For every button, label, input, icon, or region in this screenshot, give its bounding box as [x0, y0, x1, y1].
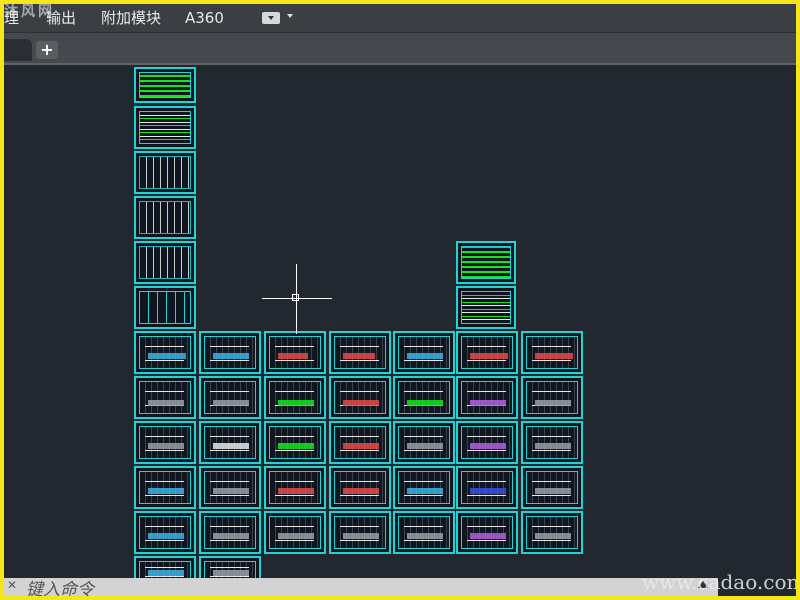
- drawing-sheet: [329, 511, 391, 554]
- watermark-bottom-right: www.cadao.com: [642, 570, 796, 594]
- drawing-sheet: [134, 151, 196, 194]
- drawing-sheet: [199, 376, 261, 419]
- menu-item-output[interactable]: 输出: [46, 9, 76, 27]
- drawing-sheet: [199, 511, 261, 554]
- drawing-sheet: [199, 331, 261, 374]
- drawing-sheet: [521, 376, 583, 419]
- chevron-down-icon[interactable]: [287, 14, 293, 18]
- menu-item-addins[interactable]: 附加模块: [101, 9, 161, 27]
- drawing-sheet: [134, 106, 196, 149]
- drawing-sheet: [393, 511, 455, 554]
- menu-item-manage[interactable]: 理: [4, 9, 19, 27]
- drawing-sheet: [456, 376, 518, 419]
- drawing-sheet: [264, 421, 326, 464]
- drawing-sheet: [456, 466, 518, 509]
- drawing-sheet: [134, 286, 196, 329]
- drawing-sheet: [521, 421, 583, 464]
- drawing-sheet: [456, 421, 518, 464]
- drawing-sheet: [134, 67, 196, 103]
- drawing-sheet: [134, 241, 196, 284]
- drawing-sheet: [456, 511, 518, 554]
- menu-item-a360[interactable]: A360: [185, 9, 224, 27]
- drawing-sheet: [199, 421, 261, 464]
- drawing-sheet: [521, 466, 583, 509]
- close-icon[interactable]: ✕: [7, 578, 17, 592]
- drawing-sheet: [329, 376, 391, 419]
- drawing-sheet: [264, 376, 326, 419]
- workspace-dropdown-button[interactable]: [262, 12, 280, 24]
- drawing-sheet: [264, 331, 326, 374]
- drawing-sheet: [134, 421, 196, 464]
- tab-current-drawing[interactable]: [4, 39, 32, 61]
- drawing-sheet: [456, 331, 518, 374]
- drawing-sheet: [456, 241, 516, 284]
- drawing-sheet: [393, 421, 455, 464]
- drawing-sheet: [329, 421, 391, 464]
- ribbon-menu-bar: 沐风网 理 输出 附加模块 A360: [4, 4, 796, 33]
- drawing-sheet: [393, 331, 455, 374]
- drawing-sheet: [134, 466, 196, 509]
- new-tab-button[interactable]: +: [36, 41, 58, 59]
- drawing-sheet: [521, 331, 583, 374]
- drawing-sheet: [134, 331, 196, 374]
- drawing-sheet: [393, 376, 455, 419]
- drawing-sheet: [134, 511, 196, 554]
- drawing-tab-bar: +: [4, 33, 796, 65]
- drawing-sheet: [264, 466, 326, 509]
- cad-application-window: 沐风网 理 输出 附加模块 A360 + ✕ 键入命令 www.cadao.co…: [4, 4, 796, 596]
- drawing-sheet: [264, 511, 326, 554]
- drawing-sheet: [456, 286, 516, 329]
- crosshair-cursor: [262, 264, 332, 334]
- drawing-sheet: [134, 376, 196, 419]
- command-input[interactable]: 键入命令: [26, 575, 94, 596]
- drawing-sheet: [521, 511, 583, 554]
- drawing-sheet: [134, 196, 196, 239]
- drawing-canvas[interactable]: [4, 65, 796, 586]
- drawing-sheet: [329, 331, 391, 374]
- drawing-sheet: [199, 466, 261, 509]
- command-line: ✕ 键入命令: [4, 578, 718, 596]
- drawing-sheet: [393, 466, 455, 509]
- drawing-sheet: [329, 466, 391, 509]
